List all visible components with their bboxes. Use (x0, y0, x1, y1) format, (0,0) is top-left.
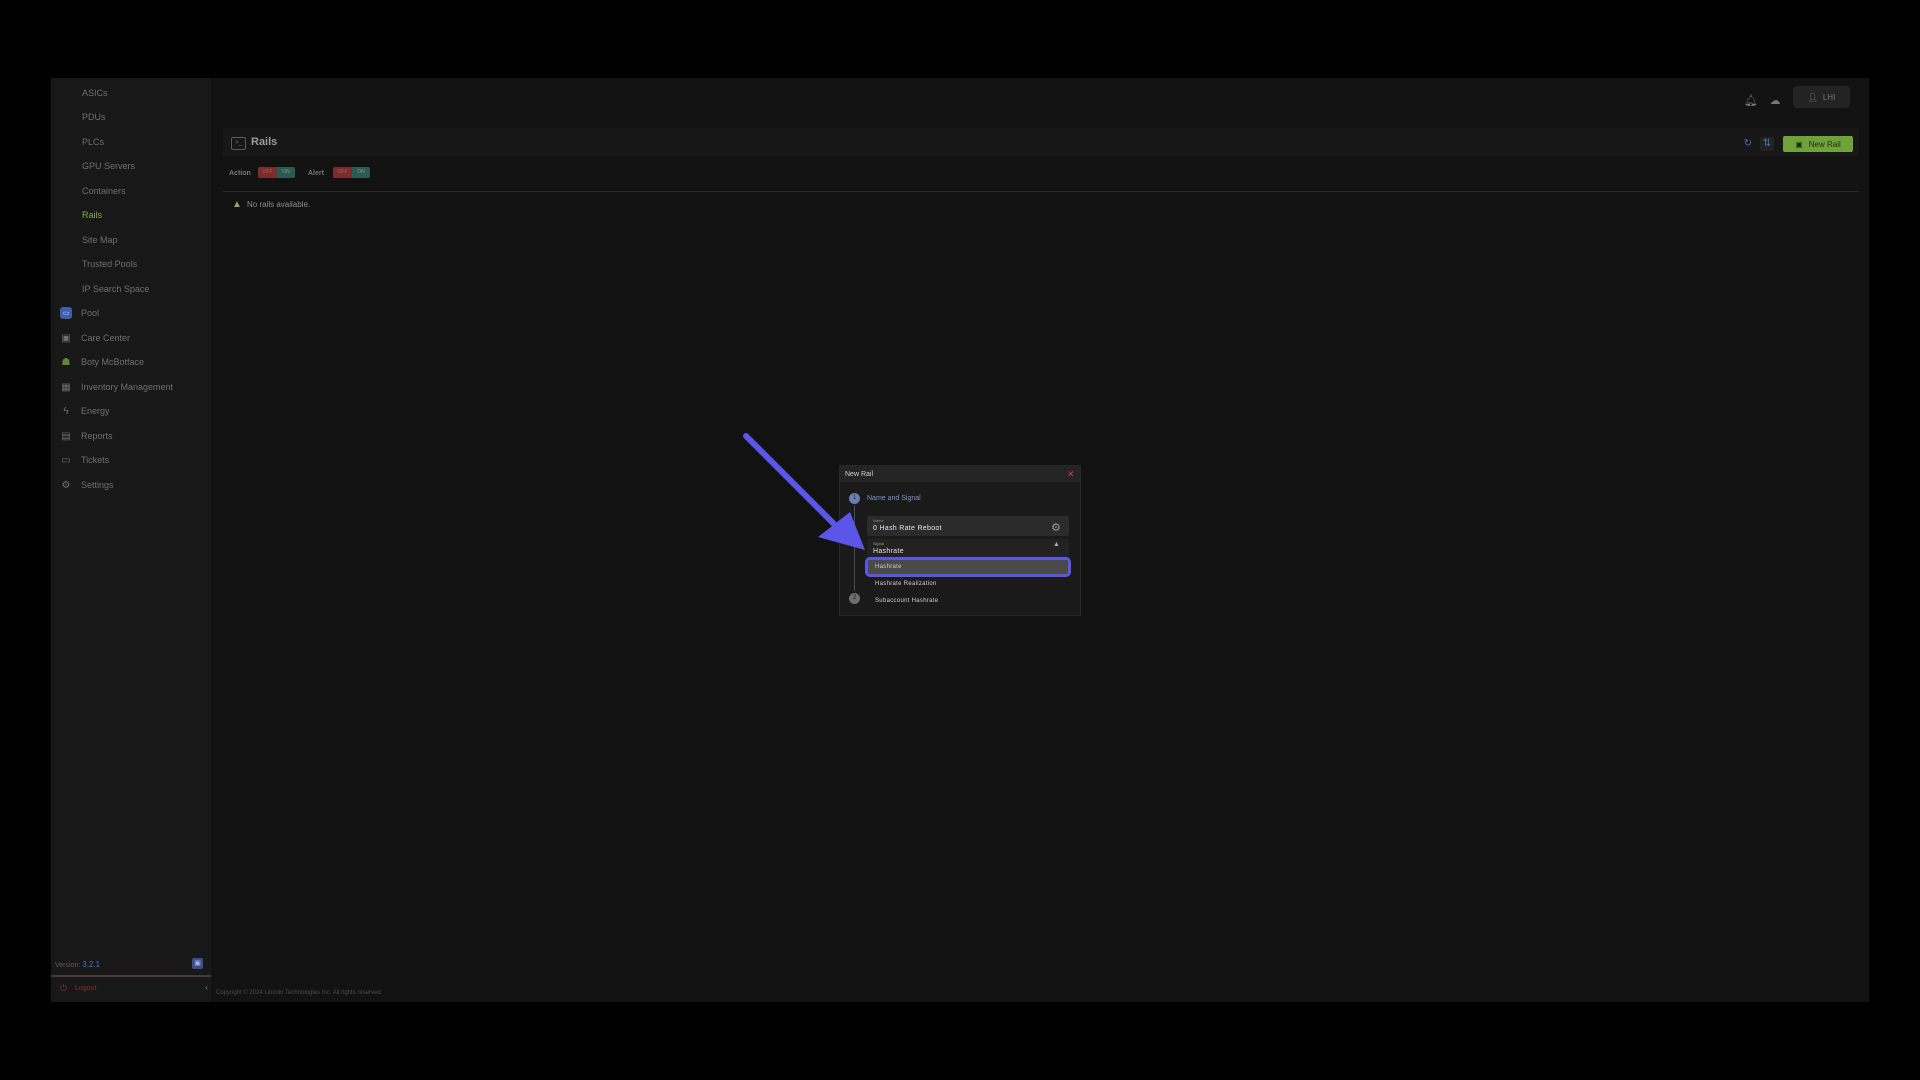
option-label: Hashrate (875, 564, 902, 570)
sidebar-item-site-map[interactable]: Site Map (51, 229, 211, 251)
version-value: 3.2.1 (82, 960, 101, 969)
sidebar-item-label: Site Map (82, 235, 118, 245)
sidebar-item-label: PLCs (82, 137, 105, 147)
lightning-icon: ϟ (63, 405, 69, 417)
sidebar-item-asics[interactable]: ASICs (51, 82, 211, 104)
alert-filter-label: Alert (308, 170, 324, 177)
sidebar-item-label: Care Center (81, 333, 131, 343)
toggle-on: ON (277, 167, 295, 178)
signal-option-hashrate[interactable]: Hashrate (865, 557, 1071, 577)
gear-icon: ⚙ (61, 479, 71, 491)
inventory-icon: ▦ (61, 381, 71, 393)
signal-select[interactable]: Signal Hashrate (867, 539, 1069, 559)
document-icon: ▤ (61, 430, 71, 442)
step-1-indicator: 1 (849, 493, 860, 504)
logout-button[interactable]: ⏻ Logout (60, 983, 96, 993)
sidebar-item-energy[interactable]: ϟ Energy (51, 400, 211, 422)
sidebar-item-plcs[interactable]: PLCs (51, 131, 211, 153)
sidebar: ASICs PDUs PLCs GPU Servers Containers R… (51, 78, 211, 1002)
sidebar-item-label: GPU Servers (82, 161, 136, 171)
sidebar-item-gpu-servers[interactable]: GPU Servers (51, 155, 211, 177)
modal-title: New Rail (845, 471, 874, 478)
care-center-icon: ▣ (61, 332, 71, 344)
sidebar-item-pdus[interactable]: PDUs (51, 106, 211, 128)
add-icon: ▣ (1795, 139, 1803, 149)
sidebar-item-label: Inventory Management (81, 382, 174, 392)
warning-icon: ▲ (232, 199, 242, 210)
signal-option-subaccount-hashrate[interactable]: Subaccount Hashrate (868, 594, 1068, 608)
step-2-indicator: 2 (849, 593, 860, 604)
sidebar-item-tickets[interactable]: ▭ Tickets (51, 449, 211, 471)
sidebar-item-containers[interactable]: Containers (51, 180, 211, 202)
sidebar-item-label: Reports (81, 431, 113, 441)
sidebar-item-label: Settings (81, 480, 114, 490)
filter-divider (223, 191, 1859, 192)
logout-label: Logout (75, 984, 97, 992)
cloud-icon[interactable]: ☁ (1766, 91, 1784, 109)
gear-icon[interactable]: ⚙ (1051, 521, 1061, 534)
collapse-sidebar-icon[interactable]: ‹ (205, 982, 208, 992)
refresh-icon[interactable]: ↻ (1741, 137, 1755, 151)
name-field-label: Name (873, 518, 884, 523)
sidebar-divider (51, 975, 211, 977)
user-label: LHI (1822, 92, 1836, 102)
version-label: Version: (55, 962, 81, 969)
sidebar-item-settings[interactable]: ⚙ Settings (51, 474, 211, 496)
signal-field-label: Signal (873, 541, 885, 546)
sidebar-item-label: Trusted Pools (82, 259, 138, 269)
bell-icon[interactable]: 🔔︎ (1742, 91, 1760, 109)
version-badge-icon[interactable]: ▣ (192, 958, 203, 969)
sidebar-item-reports[interactable]: ▤ Reports (51, 425, 211, 447)
new-rail-label: New Rail (1808, 139, 1841, 149)
sidebar-item-ip-search-space[interactable]: IP Search Space (51, 278, 211, 300)
sidebar-item-label: Energy (81, 406, 110, 416)
sidebar-item-trusted-pools[interactable]: Trusted Pools (51, 253, 211, 275)
copyright-text: Copyright © 2024 Lincoln Technologies In… (216, 990, 383, 996)
empty-state-message: No rails available. (247, 200, 311, 209)
sidebar-item-label: Boty McBotface (81, 357, 145, 367)
ticket-icon: ▭ (61, 454, 71, 466)
option-label: Hashrate Realization (875, 581, 937, 587)
signal-option-hashrate-realization[interactable]: Hashrate Realization (868, 577, 1068, 591)
new-rail-modal: New Rail ✕ 1 2 Name and Signal Name 0 Ha… (840, 466, 1080, 615)
version-text: Version: 3.2.1 (55, 960, 100, 969)
sidebar-item-pool[interactable]: ▭ Pool (51, 302, 211, 324)
robot-icon: ☗ (61, 356, 71, 368)
action-filter-label: Action (229, 170, 251, 177)
toggle-off: OFF (333, 167, 352, 178)
sidebar-item-inventory-management[interactable]: ▦ Inventory Management (51, 376, 211, 398)
sidebar-item-label: Rails (82, 210, 103, 220)
sidebar-item-label: IP Search Space (82, 284, 150, 294)
power-icon: ⏻ (60, 983, 68, 993)
terminal-icon: >_ (231, 137, 246, 150)
sidebar-item-label: PDUs (82, 112, 106, 122)
page-title: Rails (251, 136, 278, 148)
name-field[interactable]: Name 0 Hash Rate Reboot (867, 516, 1069, 536)
alert-toggle[interactable]: OFF ON (333, 167, 370, 178)
user-menu-button[interactable]: 👤︎ LHI (1793, 86, 1850, 108)
sidebar-item-rails[interactable]: Rails (51, 204, 211, 226)
close-icon[interactable]: ✕ (1067, 469, 1075, 480)
sidebar-item-care-center[interactable]: ▣ Care Center (51, 327, 211, 349)
toggle-off: OFF (258, 167, 277, 178)
signal-field-value: Hashrate (873, 548, 904, 555)
step-1-label: Name and Signal (867, 495, 921, 502)
name-field-value: 0 Hash Rate Reboot (873, 525, 942, 532)
filter-icon[interactable]: ⇅ (1760, 137, 1774, 151)
new-rail-button[interactable]: ▣ New Rail (1783, 136, 1853, 152)
pool-icon: ▭ (60, 307, 72, 319)
step-connector (854, 505, 855, 591)
toggle-on: ON (352, 167, 370, 178)
sidebar-item-label: Containers (82, 186, 126, 196)
sidebar-item-label: Tickets (81, 455, 110, 465)
modal-header (840, 466, 1080, 482)
option-label: Subaccount Hashrate (875, 598, 939, 604)
sidebar-item-boty-mcbotface[interactable]: ☗ Boty McBotface (51, 351, 211, 373)
page-header-bar (223, 128, 1859, 156)
chevron-up-icon[interactable]: ▲ (1053, 541, 1060, 548)
sidebar-item-label: Pool (81, 308, 100, 318)
action-toggle[interactable]: OFF ON (258, 167, 295, 178)
user-icon: 👤︎ (1807, 92, 1818, 102)
sidebar-item-label: ASICs (82, 88, 108, 98)
